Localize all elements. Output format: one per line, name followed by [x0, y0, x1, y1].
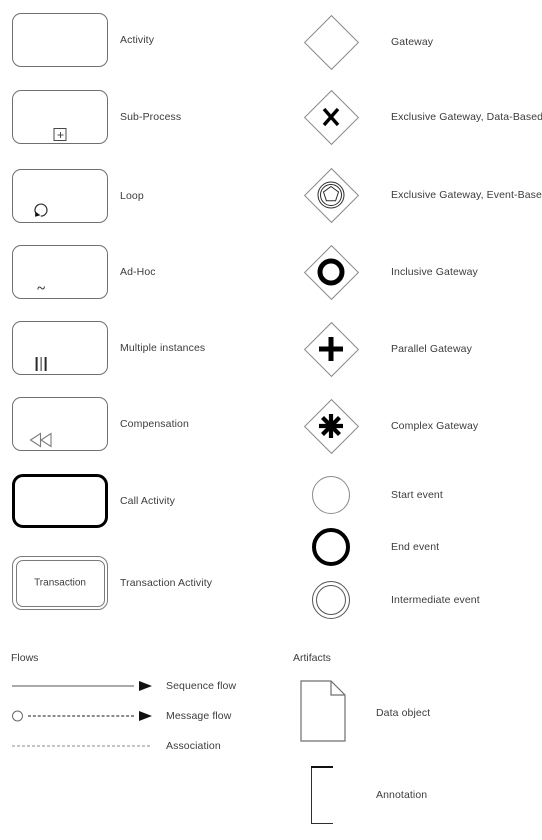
intermediate-event-icon-cell [271, 578, 391, 622]
end-event-thick-circle-icon [309, 525, 353, 569]
inclusive-gateway-circle-icon [303, 244, 359, 300]
flows-section-title: Flows [11, 652, 39, 664]
end-event-icon-cell [271, 525, 391, 569]
multiple-instances-marker-icon [35, 357, 47, 372]
legend-label-sequence-flow: Sequence flow [166, 679, 237, 692]
association-icon-cell [0, 739, 166, 753]
inclusive-gateway-icon-cell [271, 244, 391, 300]
call-activity-icon-cell [0, 474, 120, 528]
legend-row-start-event: Start event [271, 473, 542, 517]
compensation-rounded-rect [12, 397, 108, 451]
start-event-icon-cell [271, 473, 391, 517]
legend-label-end-event: End event [391, 540, 440, 553]
sequence-flow-solid-arrow-icon [6, 679, 156, 693]
gateway-diamond-icon [303, 14, 359, 70]
legend-row-inclusive-gateway: Inclusive Gateway [271, 244, 542, 300]
association-dotted-line-icon [6, 739, 156, 753]
message-flow-dashed-arrow-icon [6, 709, 156, 723]
legend-label-association: Association [166, 739, 221, 752]
data-object-icon-cell [271, 679, 376, 747]
multiple-instances-rounded-rect [12, 321, 108, 375]
event-based-gateway-pentagon-icon [303, 167, 359, 223]
transaction-activity-icon-cell: Transaction [0, 556, 120, 610]
parallel-gateway-icon-cell [271, 321, 391, 377]
message-flow-icon-cell [0, 709, 166, 723]
legend-row-loop: Loop [0, 169, 271, 223]
legend-row-intermediate-event: Intermediate event [271, 578, 542, 622]
legend-label-annotation: Annotation [376, 788, 428, 801]
ad-hoc-rounded-rect: ~ [12, 245, 108, 299]
legend-label-ad-hoc: Ad-Hoc [120, 265, 156, 278]
bpmn-legend: Activity Sub-Process Loop ~ Ad-Hoc Multi… [0, 0, 542, 840]
call-activity-thick-rect-icon [12, 474, 108, 528]
exclusive-gateway-x-icon [303, 89, 359, 145]
data-object-document-icon [299, 679, 348, 747]
legend-label-exclusive-gateway-data: Exclusive Gateway, Data-Based [391, 110, 542, 123]
loop-marker-icon [31, 200, 51, 220]
loop-rounded-rect [12, 169, 108, 223]
loop-icon-cell [0, 169, 120, 223]
artifacts-section-title: Artifacts [293, 652, 331, 664]
legend-label-activity: Activity [120, 33, 155, 46]
intermediate-event-double-circle-icon [309, 578, 353, 622]
ad-hoc-icon-cell: ~ [0, 245, 120, 299]
exclusive-gateway-event-icon-cell [271, 167, 391, 223]
parallel-gateway-plus-icon [303, 321, 359, 377]
legend-row-end-event: End event [271, 525, 542, 569]
complex-gateway-asterisk-icon [303, 398, 359, 454]
compensation-icon-cell [0, 397, 120, 451]
annotation-bracket-icon [310, 766, 337, 824]
adhoc-tilde-marker-icon: ~ [37, 281, 46, 297]
activity-rounded-rect [12, 13, 108, 67]
legend-row-sub-process: Sub-Process [0, 90, 271, 144]
complex-gateway-icon-cell [271, 398, 391, 454]
legend-row-ad-hoc: ~ Ad-Hoc [0, 245, 271, 299]
sub-process-icon-cell [0, 90, 120, 144]
message-flow-origin-circle-icon [12, 710, 23, 722]
legend-row-annotation: Annotation [271, 766, 542, 824]
start-event-thin-circle-icon [309, 473, 353, 517]
legend-label-intermediate-event: Intermediate event [391, 593, 480, 606]
legend-row-call-activity: Call Activity [0, 474, 271, 528]
legend-label-call-activity: Call Activity [120, 494, 175, 507]
legend-row-multiple-instances: Multiple instances [0, 321, 271, 375]
legend-row-activity: Activity [0, 13, 271, 67]
legend-label-data-object: Data object [376, 706, 431, 719]
activity-icon-cell [0, 13, 120, 67]
legend-label-compensation: Compensation [120, 417, 189, 430]
compensation-rewind-marker-icon [28, 432, 54, 448]
transaction-inner-label: Transaction [34, 577, 86, 589]
legend-row-complex-gateway: Complex Gateway [271, 398, 542, 454]
annotation-icon-cell [271, 766, 376, 824]
legend-row-compensation: Compensation [0, 397, 271, 451]
legend-row-sequence-flow: Sequence flow [0, 678, 271, 694]
legend-label-start-event: Start event [391, 488, 443, 501]
legend-label-inclusive-gateway: Inclusive Gateway [391, 265, 478, 278]
legend-label-parallel-gateway: Parallel Gateway [391, 342, 472, 355]
legend-row-exclusive-gateway-data: Exclusive Gateway, Data-Based [271, 89, 542, 145]
legend-row-message-flow: Message flow [0, 708, 271, 724]
legend-label-sub-process: Sub-Process [120, 110, 182, 123]
multiple-instances-icon-cell [0, 321, 120, 375]
gateway-icon-cell [271, 14, 391, 70]
legend-label-multiple-instances: Multiple instances [120, 341, 206, 354]
legend-label-message-flow: Message flow [166, 709, 232, 722]
legend-row-data-object: Data object [271, 679, 542, 747]
legend-row-transaction-activity: Transaction Transaction Activity [0, 556, 271, 610]
legend-row-gateway: Gateway [271, 14, 542, 70]
legend-row-exclusive-gateway-event: Exclusive Gateway, Event-Based [271, 167, 542, 223]
transaction-double-rect-icon: Transaction [12, 556, 108, 610]
sequence-flow-icon-cell [0, 679, 166, 693]
sub-process-rounded-rect [12, 90, 108, 144]
legend-label-complex-gateway: Complex Gateway [391, 419, 479, 432]
legend-label-loop: Loop [120, 189, 144, 202]
legend-label-transaction-activity: Transaction Activity [120, 576, 213, 589]
legend-row-association: Association [0, 738, 271, 754]
legend-label-gateway: Gateway [391, 35, 434, 48]
exclusive-gateway-data-icon-cell [271, 89, 391, 145]
sub-process-plus-marker-icon [53, 128, 67, 141]
legend-label-exclusive-gateway-event: Exclusive Gateway, Event-Based [391, 188, 542, 201]
legend-row-parallel-gateway: Parallel Gateway [271, 321, 542, 377]
